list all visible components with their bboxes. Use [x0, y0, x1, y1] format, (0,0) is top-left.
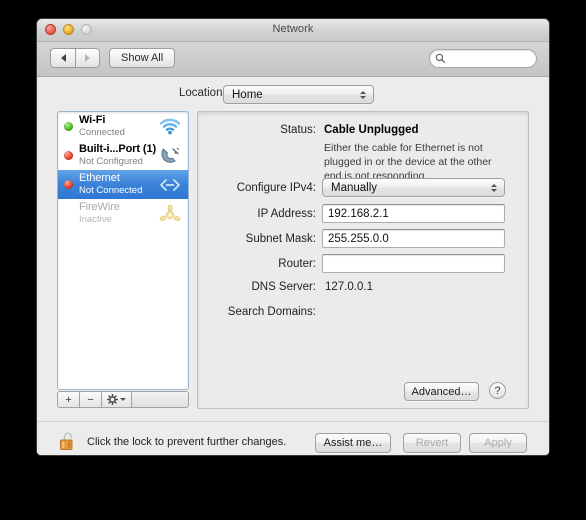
apply-label: Apply: [484, 437, 512, 449]
lock-row[interactable]: Click the lock to prevent further change…: [59, 431, 286, 452]
forward-button[interactable]: [75, 48, 100, 68]
list-item-firewire[interactable]: FireWire Inactive: [58, 199, 188, 228]
assist-me-label: Assist me…: [323, 437, 383, 449]
forward-arrow-icon: [85, 54, 90, 62]
ip-address-label: IP Address:: [257, 208, 316, 220]
wifi-icon: [157, 115, 183, 139]
modem-icon: [157, 144, 183, 168]
gear-icon: [107, 394, 118, 405]
status-value: Cable Unplugged: [324, 124, 419, 136]
subnet-mask-value: 255.255.0.0: [328, 232, 389, 245]
status-label: Status:: [280, 124, 316, 136]
interface-name: Ethernet: [79, 172, 120, 185]
firewire-icon: [157, 202, 183, 226]
help-button[interactable]: ?: [489, 382, 506, 399]
location-label: Location:: [179, 87, 226, 99]
screen: Network Show All Location: Home Wi-Fi Co…: [0, 0, 586, 520]
status-dot: [64, 151, 73, 160]
unlocked-padlock-icon[interactable]: [59, 431, 78, 452]
title-bar: Network: [37, 19, 549, 42]
revert-button: Revert: [403, 433, 461, 453]
dns-server-value: 127.0.0.1: [325, 281, 373, 293]
interface-list[interactable]: Wi-Fi Connected Built-i...Port (1) Not C…: [57, 111, 189, 390]
location-selected-value: Home: [232, 88, 263, 101]
network-preferences-window: Network Show All Location: Home Wi-Fi Co…: [36, 18, 550, 456]
content-area: Wi-Fi Connected Built-i...Port (1) Not C…: [37, 111, 549, 421]
remove-interface-button[interactable]: −: [79, 391, 101, 408]
window-title: Network: [272, 23, 314, 35]
subnet-mask-label: Subnet Mask:: [245, 233, 316, 245]
advanced-button[interactable]: Advanced…: [404, 382, 479, 401]
interface-status: Connected: [79, 126, 125, 138]
ip-address-value: 192.168.2.1: [328, 207, 389, 220]
interface-detail-panel: Status: Cable Unplugged Either the cable…: [197, 111, 529, 409]
chevron-down-icon: [120, 398, 126, 401]
configure-ipv4-value: Manually: [331, 181, 378, 194]
location-bar: Location: Home: [37, 77, 549, 111]
router-input[interactable]: [322, 254, 505, 273]
search-domains-label: Search Domains:: [227, 306, 316, 318]
interface-status: Inactive: [79, 213, 112, 225]
configure-ipv4-label: Configure IPv4:: [236, 182, 316, 194]
revert-label: Revert: [415, 437, 449, 449]
location-dropdown[interactable]: Home: [223, 85, 374, 104]
chevron-updown-icon: [360, 90, 366, 99]
list-item-ethernet[interactable]: Ethernet Not Connected: [58, 170, 188, 199]
interface-name: FireWire: [79, 201, 120, 214]
back-button[interactable]: [50, 48, 75, 68]
search-input[interactable]: [429, 49, 537, 68]
show-all-button[interactable]: Show All: [109, 48, 176, 68]
lock-hint-text: Click the lock to prevent further change…: [87, 435, 287, 448]
minus-icon: −: [87, 393, 94, 406]
interface-name: Built-i...Port (1): [79, 143, 157, 156]
dns-server-label: DNS Server:: [251, 281, 316, 293]
advanced-label: Advanced…: [411, 385, 472, 398]
list-item-builtin-port[interactable]: Built-i...Port (1) Not Configured: [58, 141, 188, 170]
interface-name: Wi-Fi: [79, 114, 106, 127]
action-menu-button[interactable]: [101, 391, 131, 408]
status-dot: [64, 180, 73, 189]
search-icon: [435, 53, 446, 64]
router-label: Router:: [278, 258, 316, 270]
assist-me-button[interactable]: Assist me…: [315, 433, 391, 453]
interface-status: Not Connected: [79, 184, 143, 196]
configure-ipv4-dropdown[interactable]: Manually: [322, 178, 505, 197]
chevron-updown-icon: [491, 183, 497, 192]
status-dot: [64, 209, 73, 218]
interface-status: Not Configured: [79, 155, 143, 167]
show-all-label: Show All: [121, 52, 164, 64]
controls-filler: [131, 391, 189, 408]
subnet-mask-input[interactable]: 255.255.0.0: [322, 229, 505, 248]
toolbar: Show All: [37, 42, 549, 77]
footer-bar: Click the lock to prevent further change…: [37, 421, 549, 455]
ip-address-input[interactable]: 192.168.2.1: [322, 204, 505, 223]
plus-icon: +: [65, 393, 72, 406]
status-dot: [64, 122, 73, 131]
navigation-buttons: [50, 48, 100, 68]
back-arrow-icon: [60, 54, 66, 62]
interface-list-controls: + −: [57, 391, 189, 408]
add-interface-button[interactable]: +: [57, 391, 79, 408]
apply-button: Apply: [469, 433, 527, 453]
ethernet-icon: [157, 173, 183, 197]
list-item-wifi[interactable]: Wi-Fi Connected: [58, 112, 188, 141]
help-label: ?: [494, 384, 501, 397]
